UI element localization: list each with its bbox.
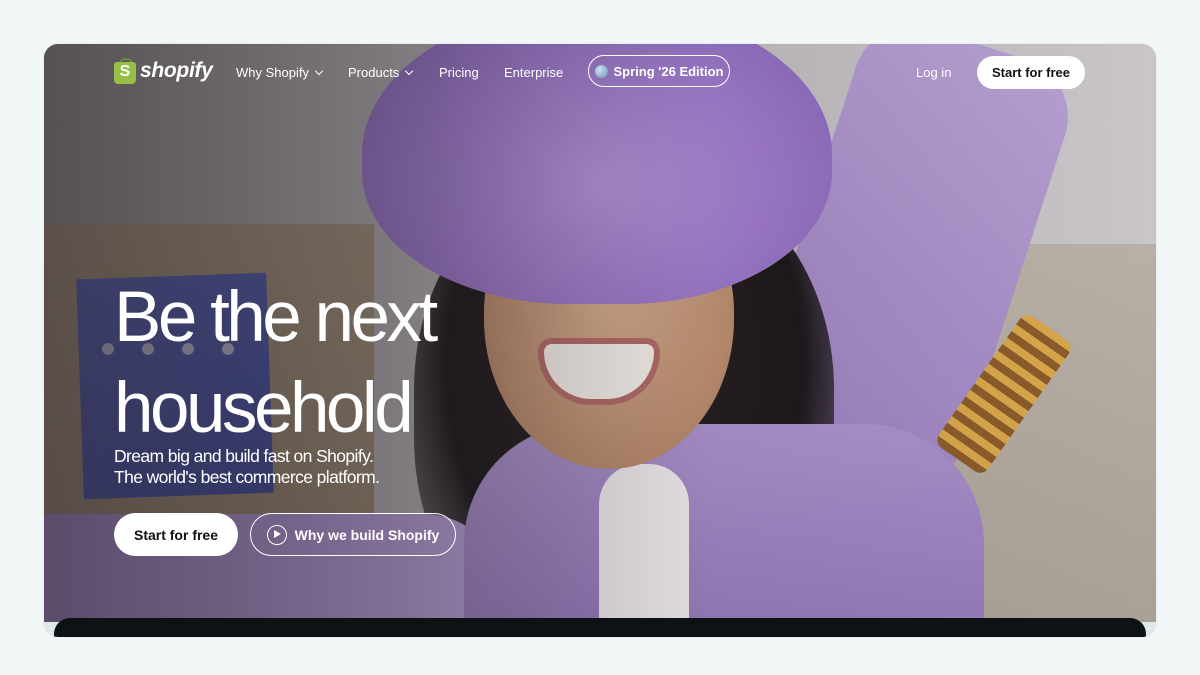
- hero-subline-2: The world's best commerce platform.: [114, 467, 380, 487]
- browser-frame: S shopify Why Shopify Products Pricing E…: [44, 44, 1156, 637]
- shopify-bag-icon: S: [114, 58, 136, 84]
- hero-headline: Be the next household: [114, 278, 438, 448]
- nav-item-label: Products: [348, 65, 400, 80]
- shopify-logo[interactable]: S shopify: [114, 58, 213, 84]
- edition-label: Spring '26 Edition: [613, 63, 724, 79]
- nav-item-label: Why Shopify: [236, 65, 309, 80]
- nav-item-pricing[interactable]: Pricing: [439, 65, 479, 80]
- logo-wordmark: shopify: [140, 59, 213, 82]
- nav-item-label: Pricing: [439, 65, 479, 80]
- nav-item-label: Enterprise: [504, 65, 564, 80]
- hero-section: S shopify Why Shopify Products Pricing E…: [44, 44, 1156, 622]
- hero-subheading: Dream big and build fast on Shopify. The…: [114, 446, 534, 488]
- hero-subline-1: Dream big and build fast on Shopify.: [114, 446, 374, 466]
- nav-item-enterprise[interactable]: Enterprise: [504, 65, 563, 80]
- next-section-edge: [54, 618, 1146, 637]
- chevron-down-icon: [314, 66, 324, 76]
- globe-icon: [594, 64, 608, 78]
- why-we-build-video-button[interactable]: Why we build Shopify: [250, 513, 456, 556]
- nav-item-why-shopify[interactable]: Why Shopify: [236, 65, 324, 80]
- start-free-nav-button[interactable]: Start for free: [977, 56, 1085, 89]
- edition-pill-button[interactable]: Spring '26 Edition: [588, 55, 730, 87]
- nav-item-products[interactable]: Products: [348, 65, 414, 80]
- start-free-hero-button[interactable]: Start for free: [114, 513, 238, 556]
- top-navigation: S shopify Why Shopify Products Pricing E…: [44, 44, 1156, 102]
- chevron-down-icon: [405, 66, 414, 76]
- play-circle-icon: [266, 524, 287, 545]
- video-button-label: Why we build Shopify: [294, 526, 440, 543]
- login-link[interactable]: Log in: [916, 65, 951, 80]
